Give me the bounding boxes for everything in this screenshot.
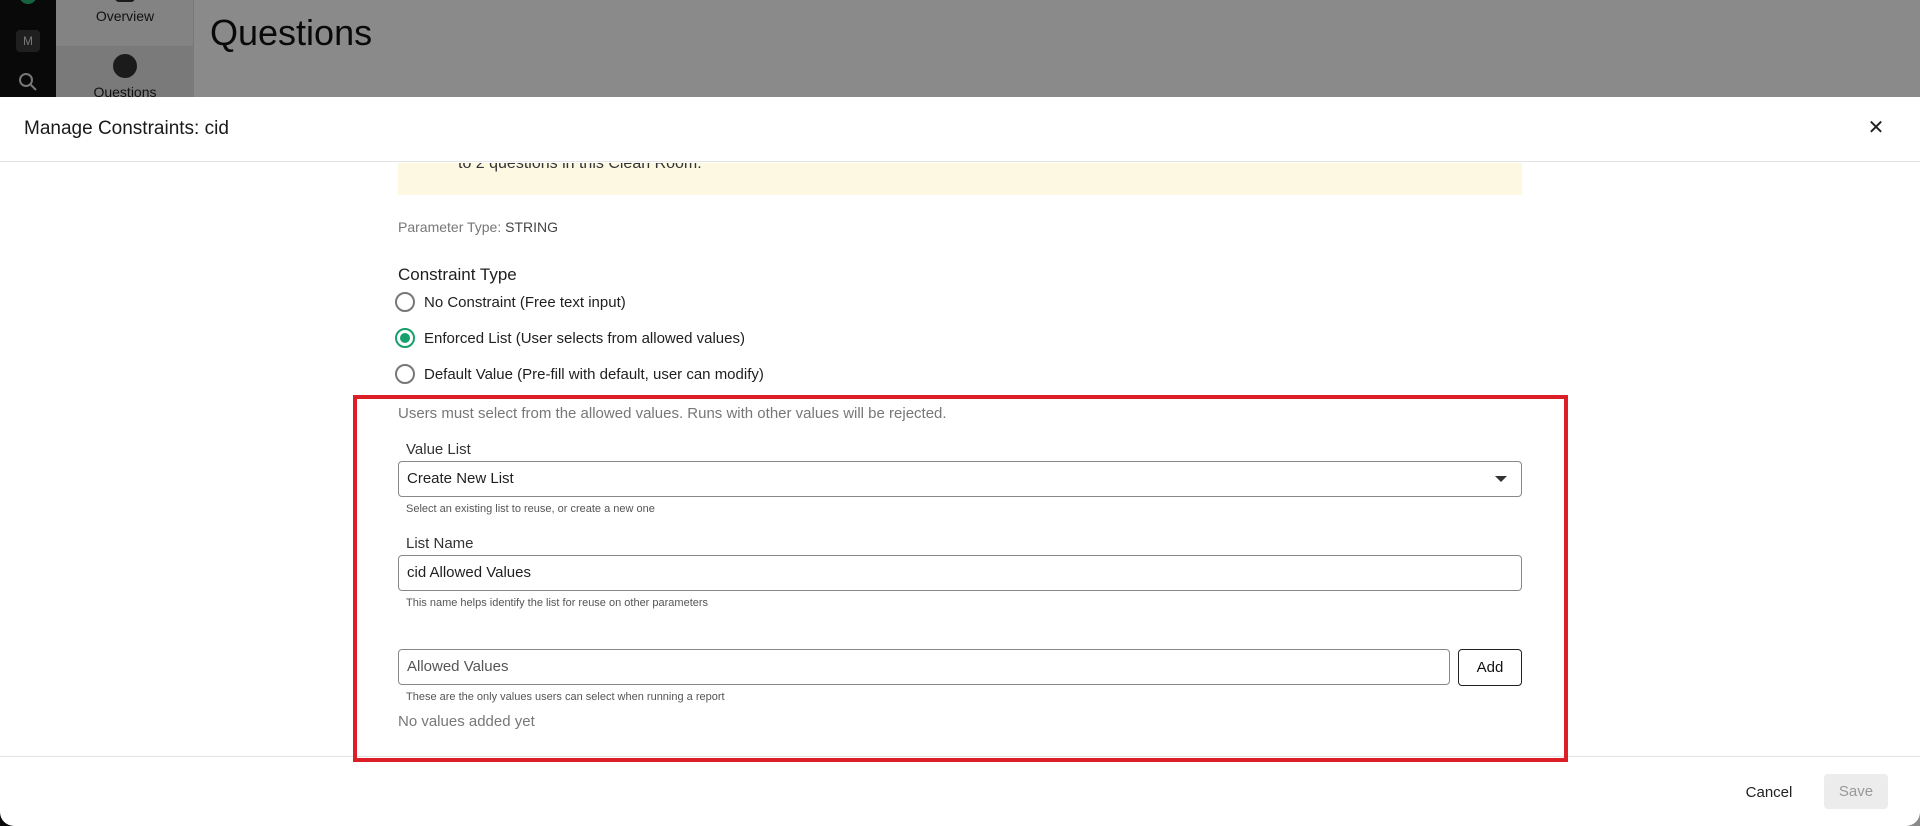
parameter-type-value: STRING [505,219,559,235]
list-name-value: cid Allowed Values [407,564,531,581]
chevron-down-icon [1495,476,1507,482]
list-name-input[interactable]: cid Allowed Values [398,555,1522,591]
parameter-type: Parameter Type: STRING [398,219,558,235]
constraint-type-label: Constraint Type [398,265,517,284]
parameter-type-label: Parameter Type: [398,219,502,235]
modal-body[interactable]: to 2 questions in this Clean Room. Param… [0,163,1920,755]
radio-default-value[interactable]: Default Value (Pre-fill with default, us… [395,363,764,385]
allowed-values-hint: These are the only values users can sele… [406,691,725,703]
radio-label: Default Value (Pre-fill with default, us… [424,365,764,383]
value-list-hint: Select an existing list to reuse, or cre… [406,503,655,515]
modal-title: Manage Constraints: cid [24,118,229,139]
list-name-hint: This name helps identify the list for re… [406,597,709,609]
allowed-values-input[interactable]: Allowed Values [398,649,1450,685]
add-value-button[interactable]: Add [1458,649,1522,686]
radio-enforced-list[interactable]: Enforced List (User selects from allowed… [395,327,745,349]
radio-no-constraint[interactable]: No Constraint (Free text input) [395,291,626,313]
radio-button[interactable] [395,292,415,312]
value-list-label: Value List [406,441,471,458]
value-list-select[interactable]: Create New List [398,461,1522,497]
save-button[interactable]: Save [1824,774,1888,809]
radio-button[interactable] [395,328,415,348]
allowed-values-placeholder: Allowed Values [407,658,509,675]
radio-label: Enforced List (User selects from allowed… [424,329,745,347]
radio-label: No Constraint (Free text input) [424,293,626,311]
notice-text: to 2 questions in this Clean Room. [458,163,702,172]
list-name-label: List Name [406,535,474,552]
radio-button[interactable] [395,364,415,384]
enforced-help-text: Users must select from the allowed value… [398,405,947,422]
value-list-selected: Create New List [407,470,514,487]
modal-footer: Cancel Save [0,756,1920,826]
close-icon[interactable]: ✕ [1866,118,1886,138]
info-notice: to 2 questions in this Clean Room. [398,163,1522,195]
modal-header: Manage Constraints: cid ✕ [0,97,1920,162]
empty-values-text: No values added yet [398,713,535,730]
cancel-button[interactable]: Cancel [1732,776,1806,810]
manage-constraints-modal: Manage Constraints: cid ✕ to 2 questions… [0,97,1920,826]
